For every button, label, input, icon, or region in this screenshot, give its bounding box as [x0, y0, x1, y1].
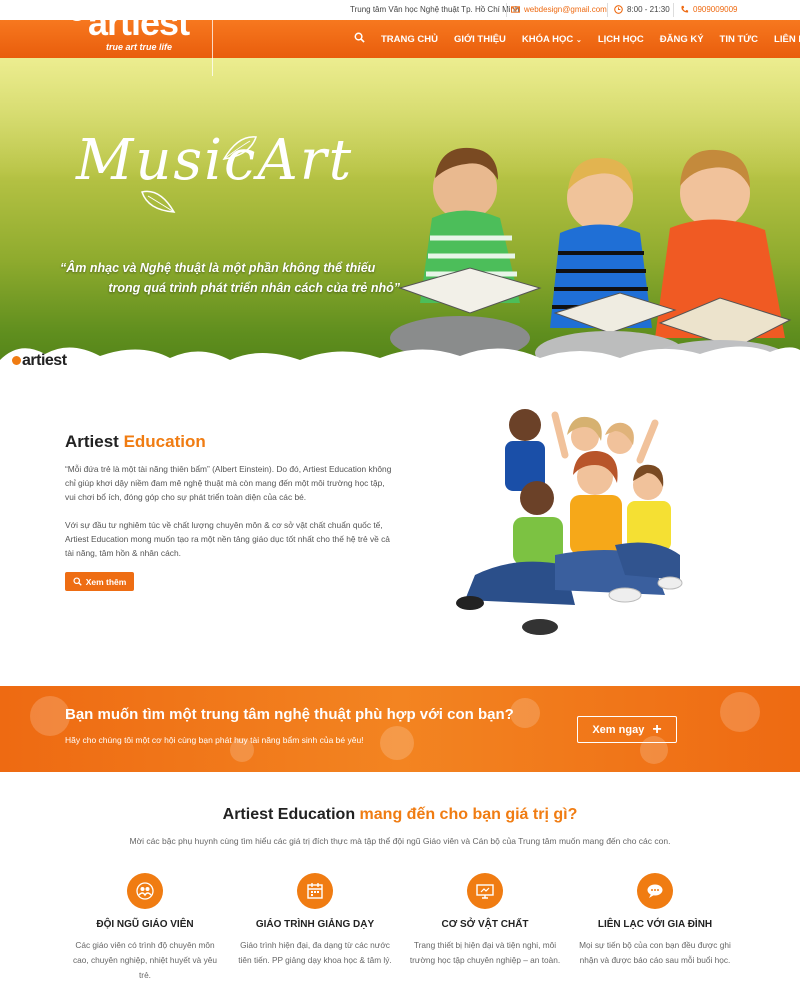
- feature-facilities: CƠ SỞ VẬT CHẤT Trang thiết bị hiện đại v…: [400, 873, 570, 968]
- feature-desc: Mọi sự tiến bộ của con bạn đều được ghi …: [579, 940, 731, 965]
- chat-icon: [637, 873, 673, 909]
- nav-item-courses[interactable]: KHÓA HỌC ⌄: [514, 34, 590, 45]
- email-link[interactable]: webdesign@gmail.com: [511, 5, 607, 14]
- nav-menu: TRANG CHỦ GIỚI THIỆU KHÓA HỌC ⌄ LỊCH HỌC…: [350, 20, 800, 58]
- clock-icon: [614, 5, 623, 14]
- plus-icon: +: [652, 720, 662, 738]
- search-button[interactable]: [350, 32, 373, 46]
- feature-curriculum: GIÁO TRÌNH GIẢNG DẠY Giáo trình hiện đại…: [230, 873, 400, 968]
- hero-script-title: MusicArt: [76, 128, 354, 193]
- about-paragraph-2: Với sự đầu tư nghiêm túc về chất lượng c…: [65, 520, 390, 558]
- search-icon: [354, 32, 365, 43]
- values-title-plain: Artiest Education: [222, 806, 360, 823]
- phone-link[interactable]: 0909009009: [680, 5, 738, 14]
- logo-tagline: true art true life: [106, 42, 173, 52]
- nav-item-home[interactable]: TRANG CHỦ: [373, 34, 446, 45]
- feature-title: CƠ SỞ VẬT CHẤT: [441, 919, 529, 930]
- cta-title: Bạn muốn tìm một trung tâm nghệ thuật ph…: [65, 706, 514, 723]
- search-icon: [73, 577, 82, 586]
- brand-small-text: artiest: [22, 352, 67, 369]
- logo-divider: [212, 20, 213, 76]
- about-paragraph-1: “Mỗi đứa trẻ là một tài năng thiên bẩm” …: [65, 464, 392, 502]
- nav-item-courses-label: KHÓA HỌC: [521, 33, 574, 45]
- values-title: Artiest Education mang đến cho bạn giá t…: [0, 806, 800, 824]
- nav-item-schedule[interactable]: LỊCH HỌC: [590, 34, 652, 45]
- about-title: Artiest Education: [65, 432, 206, 452]
- leaf-icon: [141, 190, 176, 213]
- phone-text: 0909009009: [693, 5, 738, 14]
- cta-subtitle: Hãy cho chúng tôi một cơ hội cùng bạn ph…: [65, 735, 364, 745]
- children-group-image: [456, 409, 683, 635]
- values-subtitle: Mời các bậc phụ huynh cùng tìm hiểu các …: [129, 836, 671, 846]
- feature-title: ĐỘI NGŨ GIÁO VIÊN: [96, 919, 194, 930]
- hero-quote-line2: trong quá trình phát triển nhân cách của…: [108, 281, 400, 295]
- mail-icon: [511, 6, 520, 13]
- hero-banner: MusicArt “Âm nhạc và Nghệ thuật là một p…: [0, 58, 800, 383]
- view-now-label: Xem ngay: [592, 723, 645, 736]
- about-title-accent: Education: [123, 432, 206, 451]
- hero-quote-line1: “Âm nhạc và Nghệ thuật là một phần không…: [60, 261, 376, 275]
- feature-teachers: ĐỘI NGŨ GIÁO VIÊN Các giáo viên có trình…: [60, 873, 230, 983]
- values-title-accent: mang đến cho bạn giá trị gì?: [359, 806, 578, 823]
- site-logo[interactable]: artiest true art true life: [68, 0, 218, 58]
- calendar-icon: [297, 873, 333, 909]
- feature-desc: Các giáo viên có trình độ chuyên môn cao…: [73, 940, 217, 980]
- org-name: Trung tâm Văn học Nghệ thuật Tp. Hồ Chí …: [350, 5, 520, 14]
- feature-desc: Trang thiết bị hiện đại và tiện nghi, mô…: [409, 940, 561, 965]
- users-icon: [127, 873, 163, 909]
- view-now-button[interactable]: Xem ngay +: [577, 716, 677, 743]
- feature-title: LIÊN LẠC VỚI GIA ĐÌNH: [597, 919, 713, 930]
- hero-quote: “Âm nhạc và Nghệ thuật là một phần không…: [60, 258, 400, 298]
- hours: 8:00 - 21:30: [614, 5, 670, 14]
- read-more-button[interactable]: Xem thêm: [65, 572, 134, 591]
- hours-text: 8:00 - 21:30: [627, 5, 670, 14]
- about-title-plain: Artiest: [65, 432, 124, 451]
- monitor-icon: [467, 873, 503, 909]
- nav-item-contact[interactable]: LIÊN HỆ: [766, 34, 800, 45]
- cta-banner: Bạn muốn tìm một trung tâm nghệ thuật ph…: [0, 686, 800, 772]
- logo-text: artiest: [88, 2, 190, 43]
- feature-desc: Giáo trình hiện đại, đa dạng từ các nước…: [238, 940, 392, 965]
- brand-small-logo: artiest: [12, 352, 67, 370]
- leaf-icon: [222, 136, 258, 160]
- feature-title: GIÁO TRÌNH GIẢNG DẠY: [255, 919, 375, 930]
- read-more-label: Xem thêm: [85, 576, 127, 587]
- phone-icon: [681, 5, 689, 13]
- feature-family-contact: LIÊN LẠC VỚI GIA ĐÌNH Mọi sự tiến bộ của…: [570, 873, 740, 968]
- nav-item-register[interactable]: ĐĂNG KÝ: [652, 34, 712, 45]
- chevron-down-icon: ⌄: [575, 36, 582, 44]
- cloud-divider: [0, 346, 800, 390]
- nav-item-news[interactable]: TIN TỨC: [712, 34, 767, 45]
- nav-item-about[interactable]: GIỚI THIỆU: [446, 34, 514, 45]
- email-text: webdesign@gmail.com: [524, 5, 607, 14]
